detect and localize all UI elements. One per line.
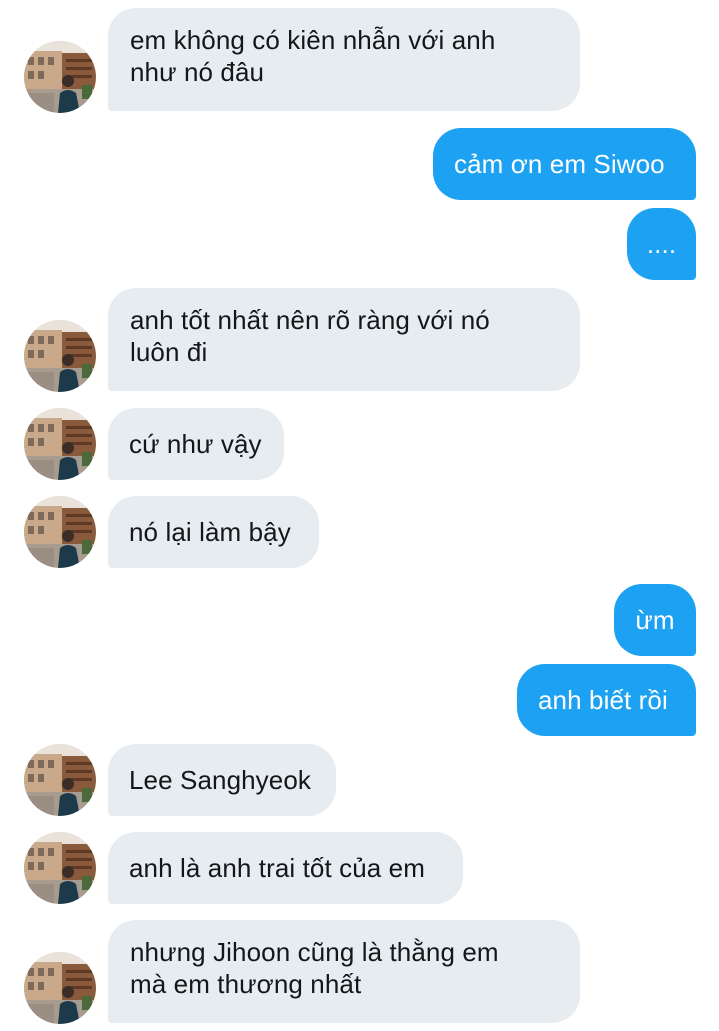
avatar[interactable] (24, 744, 96, 816)
incoming-message-bubble[interactable]: nó lại làm bậy (108, 496, 319, 568)
conversation-thread: em không có kiên nhẫn với anh như nó đâu… (0, 0, 719, 1031)
incoming-message-bubble[interactable]: anh tốt nhất nên rõ ràng với nó luôn đi (108, 288, 580, 391)
outgoing-message-bubble[interactable]: ừm (614, 584, 696, 656)
incoming-message-bubble[interactable]: anh là anh trai tốt của em (108, 832, 463, 904)
outgoing-message-bubble[interactable]: anh biết rồi (517, 664, 696, 736)
profile-photo-icon (24, 952, 96, 1024)
avatar[interactable] (24, 320, 96, 392)
incoming-message-bubble[interactable]: nhưng Jihoon cũng là thằng em mà em thươ… (108, 920, 580, 1023)
avatar[interactable] (24, 496, 96, 568)
incoming-message-bubble[interactable]: cứ như vậy (108, 408, 284, 480)
avatar[interactable] (24, 408, 96, 480)
incoming-message-bubble[interactable]: em không có kiên nhẫn với anh như nó đâu (108, 8, 580, 111)
profile-photo-icon (24, 744, 96, 816)
outgoing-message-bubble[interactable]: .... (627, 208, 696, 280)
avatar[interactable] (24, 832, 96, 904)
profile-photo-icon (24, 832, 96, 904)
avatar[interactable] (24, 41, 96, 113)
avatar[interactable] (24, 952, 96, 1024)
profile-photo-icon (24, 408, 96, 480)
incoming-message-bubble[interactable]: Lee Sanghyeok (108, 744, 336, 816)
profile-photo-icon (24, 320, 96, 392)
profile-photo-icon (24, 496, 96, 568)
outgoing-message-bubble[interactable]: cảm ơn em Siwoo (433, 128, 696, 200)
profile-photo-icon (24, 41, 96, 113)
